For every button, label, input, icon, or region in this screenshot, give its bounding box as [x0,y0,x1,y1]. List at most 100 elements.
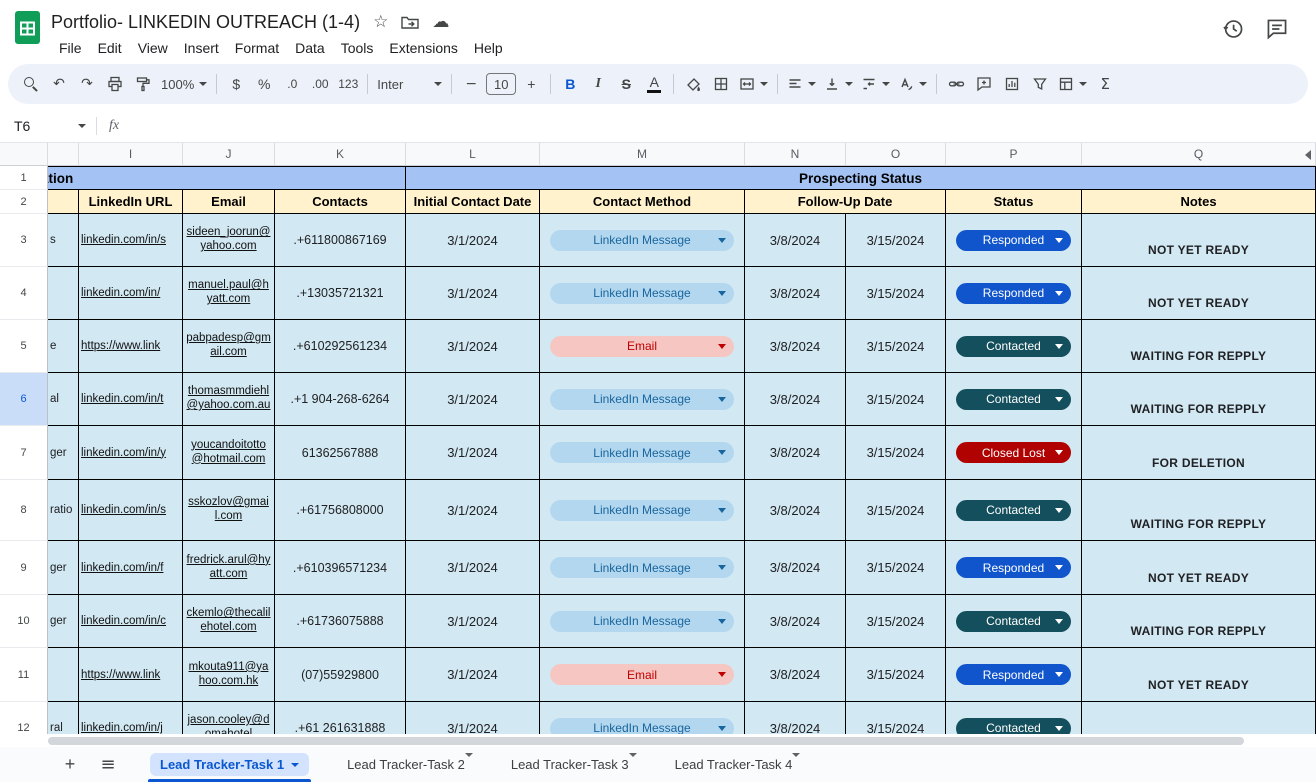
insert-link-button[interactable] [943,70,969,98]
cell-contact-method[interactable]: LinkedIn Message [540,480,745,541]
menu-tools[interactable]: Tools [333,37,382,59]
cell-contacts[interactable]: .+61756808000 [275,480,406,541]
column-header-I[interactable]: I [79,143,183,166]
menu-extensions[interactable]: Extensions [381,37,465,59]
row-number[interactable]: 9 [0,541,48,595]
decrease-decimals-button[interactable]: .0 [279,70,305,98]
document-title[interactable]: Portfolio- LINKEDIN OUTREACH (1-4) [51,12,360,33]
cell-follow-up-date-2[interactable]: 3/15/2024 [846,595,946,648]
column-header-J[interactable]: J [183,143,275,166]
cell-follow-up-date-2[interactable]: 3/15/2024 [846,373,946,426]
cell-follow-up-date-2[interactable]: 3/15/2024 [846,267,946,320]
header-scroll-left-icon[interactable] [1305,150,1311,160]
format-currency-button[interactable]: $ [223,70,249,98]
version-history-icon[interactable] [1222,18,1244,40]
cell-partial-column[interactable]: s [48,214,79,267]
sheet-tab-4[interactable]: Lead Tracker-Task 4 [671,747,805,782]
sheet-tab-2[interactable]: Lead Tracker-Task 2 [343,747,477,782]
cloud-status-icon[interactable]: ☁ [432,13,449,31]
status-dropdown[interactable]: Contacted [956,717,1071,734]
menu-help[interactable]: Help [466,37,511,59]
vertical-align-button[interactable] [821,70,856,98]
cell-notes[interactable]: NOT YET READY [1082,541,1316,595]
cell-header-initial-contact-date[interactable]: Initial Contact Date [406,190,540,214]
cell-status[interactable]: Responded [946,267,1082,320]
cell-partial-column[interactable]: ger [48,541,79,595]
column-header-K[interactable]: K [275,143,406,166]
cell-email[interactable]: jason.cooley@domahotel [183,702,275,734]
contact-method-dropdown[interactable]: Email [550,664,734,685]
text-rotation-button[interactable] [895,70,930,98]
menu-edit[interactable]: Edit [90,37,130,59]
cell-follow-up-date-2[interactable]: 3/15/2024 [846,541,946,595]
decrease-font-size-button[interactable]: − [458,70,484,98]
comment-history-icon[interactable] [1266,18,1288,40]
cell-linkedin-url[interactable]: https://www.link [79,648,183,702]
cell-follow-up-date-2[interactable]: 3/15/2024 [846,702,946,734]
bold-button[interactable]: B [557,70,583,98]
cell-contacts[interactable]: .+610396571234 [275,541,406,595]
cell-partial-column[interactable]: al [48,373,79,426]
cell-initial-contact-date[interactable]: 3/1/2024 [406,541,540,595]
undo-button[interactable]: ↶ [46,70,72,98]
insert-chart-button[interactable] [999,70,1025,98]
contact-method-dropdown[interactable]: LinkedIn Message [550,499,734,521]
cell-follow-up-date-1[interactable]: 3/8/2024 [745,648,846,702]
cell-follow-up-date-2[interactable]: 3/15/2024 [846,320,946,373]
cell-follow-up-date-1[interactable]: 3/8/2024 [745,267,846,320]
increase-font-size-button[interactable]: + [518,70,544,98]
column-header-O[interactable]: O [846,143,946,166]
menu-file[interactable]: File [51,37,90,59]
cell-notes[interactable]: WAITING FOR REPPLY [1082,480,1316,541]
cell-header-follow-up-date[interactable]: Follow-Up Date [745,190,946,214]
star-icon[interactable]: ☆ [373,13,388,31]
font-size-input[interactable]: 10 [486,73,517,95]
cell-notes[interactable] [1082,702,1316,734]
cell-initial-contact-date[interactable]: 3/1/2024 [406,214,540,267]
horizontal-align-button[interactable] [784,70,819,98]
cell-contact-method[interactable]: Email [540,320,745,373]
cell-linkedin-url[interactable]: linkedin.com/in/s [79,214,183,267]
cell-follow-up-date-1[interactable]: 3/8/2024 [745,480,846,541]
contact-method-dropdown[interactable]: LinkedIn Message [550,229,734,251]
column-header-M[interactable]: M [540,143,745,166]
horizontal-scrollbar-thumb[interactable] [48,737,1244,745]
row-number[interactable]: 1 [0,166,48,190]
contact-method-dropdown[interactable]: LinkedIn Message [550,282,734,304]
functions-button[interactable]: Σ [1092,70,1118,98]
cell-prospecting-status-header[interactable]: Prospecting Status [406,166,1316,190]
cell-follow-up-date-1[interactable]: 3/8/2024 [745,541,846,595]
column-header-Q[interactable]: Q [1082,143,1316,166]
cell-notes[interactable]: NOT YET READY [1082,267,1316,320]
cell-notes[interactable]: NOT YET READY [1082,214,1316,267]
cell-header-contact-method[interactable]: Contact Method [540,190,745,214]
row-number[interactable]: 11 [0,648,48,702]
cell-follow-up-date-1[interactable]: 3/8/2024 [745,373,846,426]
paint-format-button[interactable] [130,70,156,98]
cell-initial-contact-date[interactable]: 3/1/2024 [406,320,540,373]
cell-initial-contact-date[interactable]: 3/1/2024 [406,373,540,426]
table-views-button[interactable] [1055,70,1090,98]
cell-notes[interactable]: WAITING FOR REPPLY [1082,373,1316,426]
cell-email[interactable]: fredrick.arul@hyatt.com [183,541,275,595]
status-dropdown[interactable]: Closed Lost [956,442,1071,463]
row-number[interactable]: 10 [0,595,48,648]
cell-partial-column[interactable]: e [48,320,79,373]
cell-partial-column[interactable] [48,648,79,702]
cell-email[interactable]: pabpadesp@gmail.com [183,320,275,373]
cell-follow-up-date-1[interactable]: 3/8/2024 [745,320,846,373]
cell-header-email[interactable]: Email [183,190,275,214]
menu-insert[interactable]: Insert [176,37,227,59]
menu-format[interactable]: Format [227,37,287,59]
cell-linkedin-url[interactable]: linkedin.com/in/ [79,267,183,320]
cell-initial-contact-date[interactable]: 3/1/2024 [406,595,540,648]
cell-follow-up-date-2[interactable]: 3/15/2024 [846,480,946,541]
row-number[interactable]: 8 [0,480,48,541]
cell-contact-method[interactable]: LinkedIn Message [540,541,745,595]
row-number[interactable]: 7 [0,426,48,480]
move-folder-icon[interactable] [401,15,420,29]
status-dropdown[interactable]: Contacted [956,499,1071,521]
cell-follow-up-date-1[interactable]: 3/8/2024 [745,595,846,648]
cell-status[interactable]: Responded [946,541,1082,595]
add-sheet-button[interactable]: + [56,751,84,779]
